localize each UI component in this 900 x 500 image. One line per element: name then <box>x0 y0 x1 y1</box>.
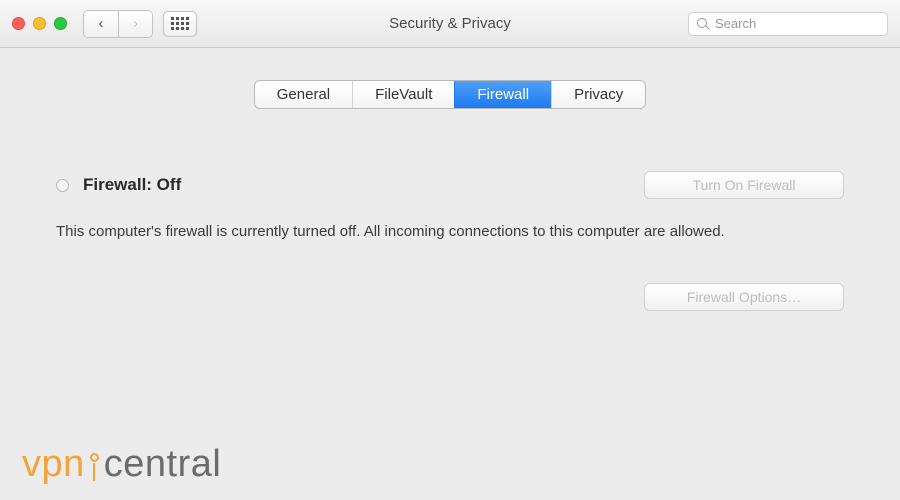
search-input[interactable]: Search <box>688 12 888 36</box>
minimize-button[interactable] <box>33 17 46 30</box>
forward-button[interactable]: › <box>118 11 152 37</box>
tab-privacy[interactable]: Privacy <box>551 81 645 108</box>
watermark-logo: vpn central <box>22 443 221 486</box>
status-left: Firewall: Off <box>56 175 181 195</box>
zoom-button[interactable] <box>54 17 67 30</box>
window-controls <box>12 17 67 30</box>
window-title: Security & Privacy <box>389 15 511 32</box>
titlebar: ‹ › Security & Privacy Search <box>0 0 900 48</box>
firewall-description: This computer's firewall is currently tu… <box>56 221 796 243</box>
tab-firewall[interactable]: Firewall <box>454 81 551 108</box>
grid-icon <box>171 17 189 30</box>
content: General FileVault Firewall Privacy Firew… <box>0 80 900 323</box>
tab-filevault[interactable]: FileVault <box>352 81 454 108</box>
status-indicator-icon <box>56 179 69 192</box>
nav-buttons: ‹ › <box>83 10 153 38</box>
firewall-status-label: Firewall: Off <box>83 175 181 195</box>
chevron-right-icon: › <box>133 15 138 32</box>
search-icon <box>697 18 709 30</box>
turn-on-firewall-button[interactable]: Turn On Firewall <box>644 171 844 199</box>
tabs: General FileVault Firewall Privacy <box>254 80 647 109</box>
show-all-button[interactable] <box>163 11 197 37</box>
tabbar: General FileVault Firewall Privacy <box>0 80 900 109</box>
options-row: Firewall Options… <box>56 283 844 311</box>
watermark-left: vpn <box>22 443 85 486</box>
back-button[interactable]: ‹ <box>84 11 118 37</box>
watermark-separator-icon <box>90 453 99 481</box>
firewall-options-button[interactable]: Firewall Options… <box>644 283 844 311</box>
search-placeholder: Search <box>715 16 756 31</box>
close-button[interactable] <box>12 17 25 30</box>
chevron-left-icon: ‹ <box>99 15 104 32</box>
firewall-pane: Firewall: Off Turn On Firewall This comp… <box>36 149 864 323</box>
watermark-right: central <box>104 443 222 486</box>
status-row: Firewall: Off Turn On Firewall <box>56 171 844 199</box>
tab-general[interactable]: General <box>255 81 352 108</box>
